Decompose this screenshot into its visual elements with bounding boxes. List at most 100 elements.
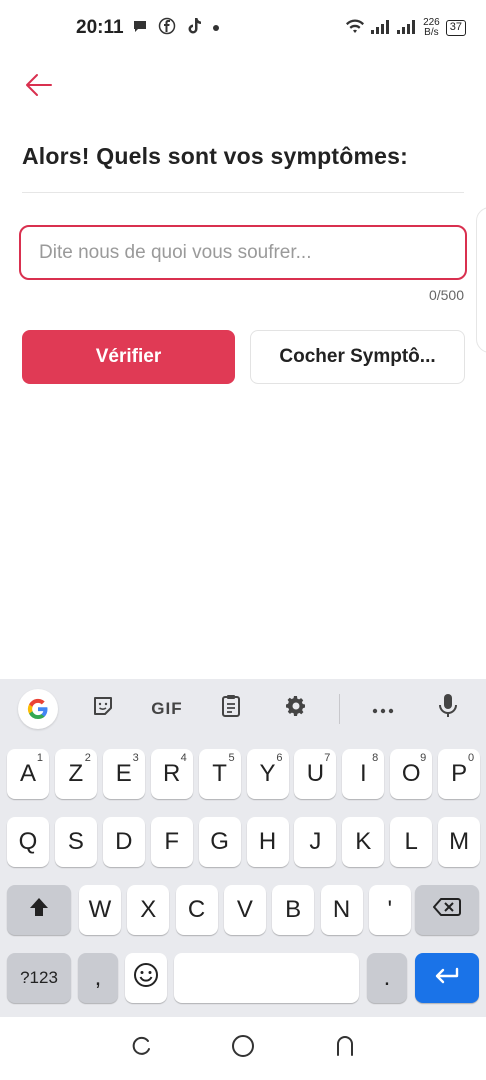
key-label: P — [451, 760, 468, 787]
key-number-hint: 4 — [180, 752, 187, 764]
key-number-hint: 2 — [84, 752, 91, 764]
back-button[interactable] — [22, 70, 56, 104]
period-key[interactable]: . — [367, 953, 407, 1003]
status-bar: 20:11 226 B/s 37 — [0, 0, 486, 56]
keyboard-row-4: ?123 , . — [0, 953, 486, 1009]
key-y[interactable]: Y6 — [246, 749, 289, 799]
char-counter: 0/500 — [428, 287, 464, 303]
recents-button[interactable] — [121, 1029, 161, 1069]
key-a[interactable]: A1 — [7, 749, 49, 799]
keyboard-row-1: A1Z2E3R4T5Y6U7I8O9P0 — [0, 749, 486, 805]
key-number-hint: 0 — [467, 752, 475, 764]
gif-label: GIF — [151, 699, 183, 718]
system-navigation-bar — [0, 1017, 486, 1080]
key-p[interactable]: P0 — [438, 749, 481, 799]
key-label: T — [212, 760, 227, 787]
key-f[interactable]: F — [150, 817, 193, 867]
key-m[interactable]: M — [438, 817, 481, 867]
key-u[interactable]: U7 — [294, 749, 337, 799]
backspace-key[interactable] — [415, 885, 479, 935]
key-label: I — [359, 760, 367, 787]
key-label: Y — [259, 760, 276, 787]
back-nav-icon — [334, 1035, 356, 1062]
key-number-hint: 6 — [276, 752, 283, 764]
more-horizontal-icon — [371, 698, 395, 721]
key-z[interactable]: Z2 — [54, 749, 97, 799]
enter-arrow-icon — [434, 964, 460, 992]
recents-icon — [130, 1035, 152, 1062]
key-d[interactable]: D — [102, 817, 145, 867]
system-icons: 226 B/s 37 — [345, 18, 466, 38]
key-number-hint: 7 — [324, 752, 331, 764]
spacebar-key[interactable] — [174, 953, 359, 1003]
backspace-icon — [433, 896, 461, 924]
back-nav-button[interactable] — [325, 1029, 365, 1069]
key-r[interactable]: R4 — [150, 749, 193, 799]
clipboard-icon — [220, 694, 242, 724]
key-h[interactable]: H — [246, 817, 289, 867]
key-w[interactable]: W — [79, 885, 121, 935]
facebook-icon — [158, 17, 176, 40]
enter-key[interactable] — [415, 953, 479, 1003]
key-label: O — [401, 760, 421, 787]
voice-input-button[interactable] — [427, 688, 469, 730]
key-label: A — [19, 760, 36, 787]
more-options-button[interactable] — [362, 688, 404, 730]
key-x[interactable]: X — [127, 885, 170, 935]
wifi-icon — [345, 18, 365, 38]
key-j[interactable]: J — [294, 817, 337, 867]
gif-button[interactable]: GIF — [146, 688, 188, 730]
settings-button[interactable] — [275, 688, 317, 730]
sticker-icon — [91, 694, 115, 724]
notification-icons — [132, 17, 220, 40]
gear-icon — [284, 694, 308, 724]
network-speed-unit: B/s — [424, 27, 439, 38]
chat-icon — [132, 18, 148, 39]
key-label: U — [306, 760, 325, 787]
key-apostrophe[interactable]: ' — [368, 885, 411, 935]
key-number-hint: 9 — [420, 752, 427, 764]
key-s[interactable]: S — [54, 817, 97, 867]
key-v[interactable]: V — [223, 885, 266, 935]
battery-level: 37 — [449, 21, 462, 33]
key-l[interactable]: L — [390, 817, 433, 867]
key-b[interactable]: B — [272, 885, 315, 935]
key-number-hint: 1 — [36, 752, 43, 764]
keyboard-toolbar: GIF — [0, 679, 486, 739]
emoji-key[interactable] — [125, 953, 167, 1003]
signal-icon-1 — [371, 19, 391, 37]
more-notifications-dot — [212, 19, 220, 37]
key-t[interactable]: T5 — [198, 749, 241, 799]
key-number-hint: 5 — [228, 752, 235, 764]
key-label: E — [115, 760, 132, 787]
key-number-hint: 3 — [132, 752, 139, 764]
emoji-icon — [133, 962, 159, 995]
sticker-button[interactable] — [82, 688, 124, 730]
symptom-input[interactable] — [19, 225, 467, 280]
title-divider — [22, 192, 464, 193]
key-i[interactable]: I8 — [342, 749, 385, 799]
key-g[interactable]: G — [198, 817, 241, 867]
key-number-hint: 8 — [372, 752, 379, 764]
symbols-key[interactable]: ?123 — [7, 953, 71, 1003]
key-k[interactable]: K — [342, 817, 385, 867]
verify-button[interactable]: Vérifier — [22, 330, 235, 384]
clipboard-button[interactable] — [210, 688, 252, 730]
comma-key[interactable]: , — [78, 953, 118, 1003]
keyboard-row-2: QSDFGHJKLM — [0, 817, 486, 873]
page-title: Alors! Quels sont vos symptômes: — [22, 143, 408, 169]
home-button[interactable] — [223, 1029, 263, 1069]
key-o[interactable]: O9 — [390, 749, 433, 799]
key-q[interactable]: Q — [7, 817, 49, 867]
toolbar-separator — [339, 694, 341, 724]
check-symptoms-button[interactable]: Cocher Symptô... — [250, 330, 465, 384]
key-c[interactable]: C — [175, 885, 218, 935]
google-g-icon — [18, 689, 59, 729]
key-label: R — [163, 760, 181, 787]
google-button[interactable] — [17, 688, 59, 730]
battery-icon: 37 — [445, 20, 466, 36]
shift-key[interactable] — [7, 885, 71, 935]
key-n[interactable]: N — [320, 885, 363, 935]
key-e[interactable]: E3 — [102, 749, 145, 799]
side-panel-edge — [476, 207, 486, 353]
